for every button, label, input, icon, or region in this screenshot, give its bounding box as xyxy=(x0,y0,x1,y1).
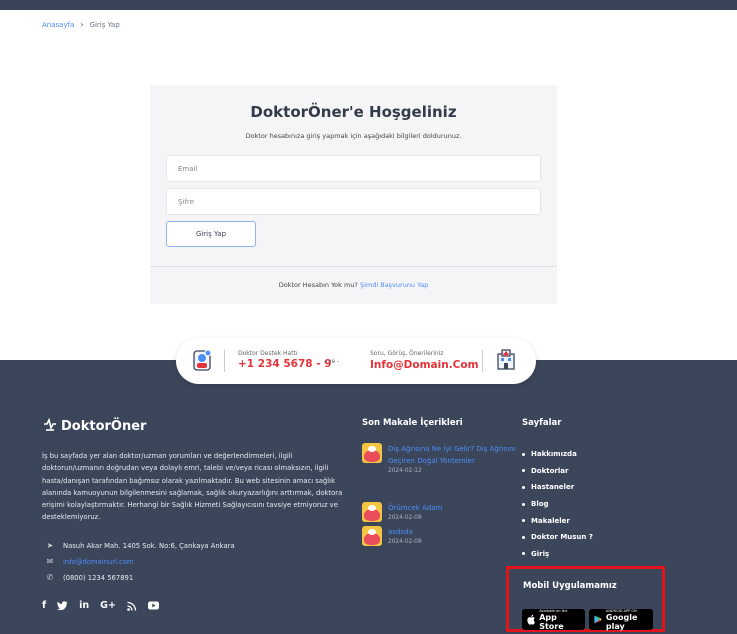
linkedin-icon[interactable]: in xyxy=(79,600,89,611)
email-text[interactable]: info@domainurl.com xyxy=(63,558,134,566)
footer-email[interactable]: ✉ info@domainurl.com xyxy=(46,557,134,566)
apple-icon xyxy=(527,614,536,625)
article-item[interactable]: Diş Ağrısına Ne İyi Gelir? Diş Ağrısını … xyxy=(362,443,523,475)
article-item[interactable]: Örümcek Adam 2024-02-08 xyxy=(362,502,523,522)
footer-address: ➤ Nasuh Akar Mah. 1405 Sok. No:6, Çankay… xyxy=(46,541,235,550)
rss-icon[interactable] xyxy=(127,601,137,611)
google-plus-icon[interactable]: G+ xyxy=(100,600,116,611)
doctor-support-icon xyxy=(193,349,212,371)
page-link-are-you-doctor[interactable]: Doktor Musun ? xyxy=(522,529,593,546)
login-title: DoktorÖner'e Hoşgeliniz xyxy=(250,103,457,121)
breadcrumb: Anasayfa › Giriş Yap xyxy=(42,20,120,29)
suggestion-label: Soru, Görüş, Önerileriniz xyxy=(370,350,444,357)
support-line-label: Doktor Destek Hattı xyxy=(238,350,298,357)
hospital-icon xyxy=(497,349,515,370)
google-play-label: Google play xyxy=(605,612,638,631)
article-title[interactable]: Örümcek Adam xyxy=(388,502,523,514)
page-link-articles[interactable]: Makaleler xyxy=(522,512,593,529)
logo-icon xyxy=(44,418,56,431)
phone-icon: ✆ xyxy=(46,573,54,582)
google-play-icon xyxy=(594,615,602,624)
footer-logo[interactable]: DoktorÖner xyxy=(42,418,146,434)
page-link-doctors[interactable]: Doktorlar xyxy=(522,463,593,480)
no-account-label: Doktor Hesabın Yok mu? xyxy=(278,281,358,289)
page-link-hospitals[interactable]: Hastaneler xyxy=(522,479,593,496)
top-header-bar xyxy=(0,0,737,10)
pages-title: Sayfalar xyxy=(522,418,562,428)
breadcrumb-current: Giriş Yap xyxy=(89,20,120,29)
page-link-about[interactable]: Hakkımızda xyxy=(522,446,593,463)
login-button[interactable]: Giriş Yap xyxy=(166,221,256,247)
article-thumbnail[interactable] xyxy=(362,443,382,463)
mobile-app-title: Mobil Uygulamamız xyxy=(523,581,617,591)
address-text: Nasuh Akar Mah. 1405 Sok. No:6, Çankaya … xyxy=(63,541,235,550)
social-links: f in G+ xyxy=(42,600,159,611)
app-store-button[interactable]: Available on the App Store xyxy=(522,609,585,631)
page-link-login[interactable]: Giriş xyxy=(522,546,593,563)
twitter-icon[interactable] xyxy=(57,600,68,611)
mail-icon: ✉ xyxy=(46,557,54,566)
location-icon: ➤ xyxy=(46,541,54,550)
footer-about-text: İş bu sayfada yer alan doktor/uzman yoru… xyxy=(42,452,343,522)
phone-text: (0800) 1234 567891 xyxy=(63,573,134,582)
apply-link[interactable]: Şimdi Başvurunu Yap xyxy=(360,281,428,289)
email-field[interactable]: Email xyxy=(166,155,541,182)
contact-divider xyxy=(224,350,225,372)
contact-bar: Doktor Destek Hattı +1 234 5678 - 9 - ve… xyxy=(176,338,536,384)
app-store-label: App Store xyxy=(539,612,564,631)
login-card: DoktorÖner'e Hoşgeliniz Doktor hesabınız… xyxy=(150,85,557,304)
breadcrumb-home-link[interactable]: Anasayfa xyxy=(42,21,74,29)
password-field[interactable]: Şifre xyxy=(166,188,541,215)
article-title[interactable]: Diş Ağrısına Ne İyi Gelir? Diş Ağrısını … xyxy=(388,443,523,467)
footer-phone[interactable]: ✆ (0800) 1234 567891 xyxy=(46,573,134,582)
article-date: 2024-02-12 xyxy=(388,468,422,475)
article-date: 2024-02-08 xyxy=(388,539,422,546)
articles-title: Son Makale İçerikleri xyxy=(362,418,463,428)
mobile-app-section: Mobil Uygulamamız Available on the App S… xyxy=(506,566,665,632)
page-link-blog[interactable]: Blog xyxy=(522,496,593,513)
article-title[interactable]: asdsda xyxy=(388,526,523,538)
article-item[interactable]: asdsda 2024-02-08 xyxy=(362,526,523,546)
support-phone[interactable]: +1 234 5678 - 9 xyxy=(238,358,332,370)
article-thumbnail[interactable] xyxy=(362,526,382,546)
facebook-icon[interactable]: f xyxy=(42,600,46,611)
breadcrumb-separator: › xyxy=(80,20,84,29)
suggestion-email[interactable]: Info@Domain.Com xyxy=(370,359,479,371)
pages-list: Hakkımızda Doktorlar Hastaneler Blog Mak… xyxy=(522,446,593,562)
card-divider xyxy=(150,266,557,267)
contact-separator: - ve - xyxy=(324,358,340,365)
youtube-icon[interactable] xyxy=(147,601,159,610)
article-date: 2024-02-08 xyxy=(388,515,422,522)
no-account-text: Doktor Hesabın Yok mu? Şimdi Başvurunu Y… xyxy=(150,281,557,289)
contact-divider xyxy=(482,350,483,372)
google-play-button[interactable]: ANDROID APP ON Google play xyxy=(589,609,653,631)
logo-text: DoktorÖner xyxy=(61,418,147,434)
article-thumbnail[interactable] xyxy=(362,502,382,522)
login-subtitle: Doktor hesabınıza giriş yapmak için aşağ… xyxy=(245,132,462,140)
